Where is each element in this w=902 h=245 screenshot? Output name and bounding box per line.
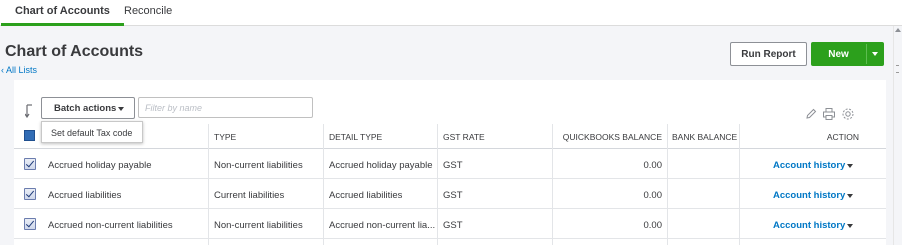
column-divider — [437, 124, 438, 245]
account-name[interactable]: Accrued non-current liabilities — [48, 220, 208, 231]
account-name[interactable]: Accrued liabilities — [48, 190, 208, 201]
page-scrollbar[interactable] — [893, 26, 902, 245]
row-checkbox[interactable] — [24, 188, 36, 200]
column-header-quickbooks-balance[interactable]: QUICKBOOKS BALANCE — [550, 132, 662, 142]
chevron-down-icon[interactable] — [847, 194, 853, 198]
account-history-link[interactable]: Account history — [773, 160, 845, 171]
table-row[interactable]: Accrued holiday payable Non-current liab… — [14, 149, 886, 179]
account-detail-type: Accrued holiday payable — [329, 160, 433, 171]
pencil-icon[interactable] — [804, 107, 818, 121]
tab-reconcile[interactable]: Reconcile — [124, 0, 172, 26]
account-history-link[interactable]: Account history — [773, 220, 845, 231]
account-history-link[interactable]: Account history — [773, 190, 845, 201]
quickbooks-balance: 0.00 — [643, 160, 663, 171]
table-row[interactable]: Accrued liabilities Current liabilities … — [14, 179, 886, 209]
new-dropdown-toggle[interactable] — [867, 42, 884, 66]
account-gst-rate: GST — [443, 220, 463, 231]
batch-actions-label: Batch actions — [54, 103, 117, 114]
tab-chart-of-accounts[interactable]: Chart of Accounts — [1, 0, 124, 26]
column-divider — [739, 124, 740, 245]
table-header-row: TYPE DETAIL TYPE GST RATE QUICKBOOKS BAL… — [14, 124, 886, 149]
caret-down-icon — [118, 107, 124, 111]
row-checkbox[interactable] — [24, 218, 36, 230]
printer-icon[interactable] — [822, 107, 836, 121]
column-header-detail-type[interactable]: DETAIL TYPE — [329, 132, 382, 142]
column-divider — [323, 124, 324, 245]
new-button-group: New — [811, 42, 884, 66]
account-type: Current liabilities — [214, 190, 285, 201]
account-gst-rate: GST — [443, 160, 463, 171]
quickbooks-balance: 0.00 — [643, 220, 663, 231]
batch-actions-menu: Set default Tax code — [41, 121, 143, 143]
gear-icon[interactable] — [841, 107, 855, 121]
batch-actions-button[interactable]: Batch actions — [41, 97, 135, 119]
sort-arrow-icon[interactable] — [25, 104, 37, 118]
scroll-up-arrow-icon[interactable] — [895, 28, 901, 32]
menu-item-set-default-tax-code[interactable]: Set default Tax code — [51, 128, 132, 138]
account-detail-type: Accrued liabilities — [329, 190, 403, 201]
scroll-grip-icon[interactable] — [896, 65, 899, 73]
select-all-checkbox[interactable] — [24, 130, 35, 141]
row-checkbox[interactable] — [24, 158, 36, 170]
column-header-gst-rate[interactable]: GST RATE — [443, 132, 485, 142]
chevron-down-icon — [872, 52, 878, 56]
column-divider — [552, 124, 553, 245]
filter-by-name-input[interactable] — [138, 97, 313, 118]
account-detail-type: Accrued non-current lia... — [329, 220, 436, 231]
run-report-button[interactable]: Run Report — [730, 42, 807, 66]
account-name[interactable]: Accrued holiday payable — [48, 160, 208, 171]
column-divider — [667, 124, 668, 245]
column-header-type[interactable]: TYPE — [214, 132, 236, 142]
top-tab-bar: Chart of Accounts Reconcile — [0, 0, 902, 26]
all-lists-link[interactable]: ‹ All Lists — [1, 65, 37, 75]
column-header-action: ACTION — [826, 132, 859, 142]
quickbooks-balance: 0.00 — [643, 190, 663, 201]
account-gst-rate: GST — [443, 190, 463, 201]
column-header-bank-balance[interactable]: BANK BALANCE — [672, 132, 737, 142]
chevron-down-icon[interactable] — [847, 164, 853, 168]
table-row[interactable]: Accrued non-current liabilities Non-curr… — [14, 209, 886, 239]
account-type: Non-current liabilities — [214, 160, 303, 171]
column-divider — [208, 124, 209, 245]
chevron-down-icon[interactable] — [847, 224, 853, 228]
table-row — [14, 239, 886, 245]
new-button[interactable]: New — [811, 42, 866, 66]
account-type: Non-current liabilities — [214, 220, 303, 231]
page-title: Chart of Accounts — [5, 43, 144, 60]
